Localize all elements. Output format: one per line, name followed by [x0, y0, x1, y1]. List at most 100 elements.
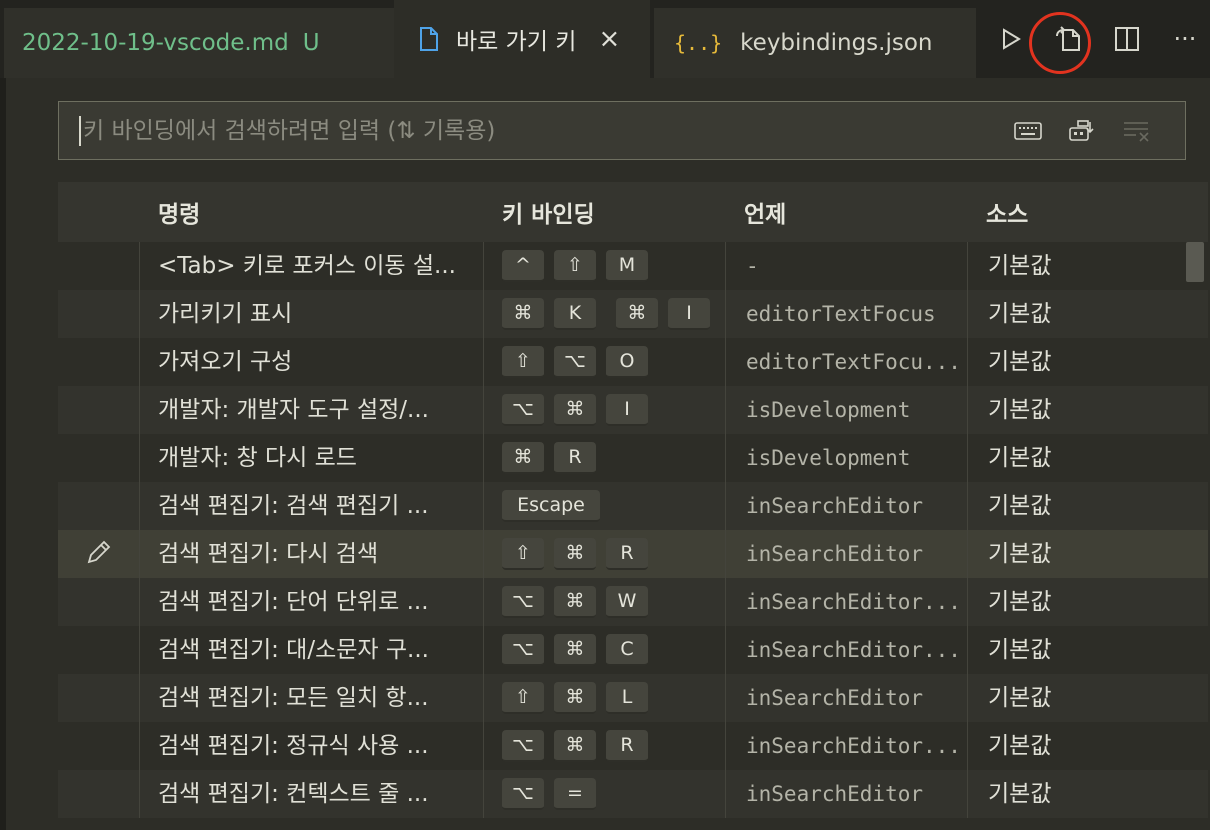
command-cell: 가리키기 표시: [140, 290, 484, 338]
highlight-circle: [1029, 12, 1091, 74]
keybindings-table: 명령 키 바인딩 언제 소스 <Tab> 키로 포커스 이동 설... ^ ⇧ M - 기…: [58, 182, 1208, 818]
when-cell: inSearchEditor: [726, 482, 968, 530]
key-chord: ⌘ R: [502, 442, 606, 474]
command-cell: 검색 편집기: 대/소문자 구...: [140, 626, 484, 674]
run-icon[interactable]: [996, 24, 1026, 54]
edit-cell[interactable]: [58, 770, 140, 818]
clear-filter-icon[interactable]: [1121, 118, 1151, 144]
source-cell: 기본값: [988, 445, 1052, 471]
edit-cell[interactable]: [58, 386, 140, 434]
source-cell: 기본값: [988, 589, 1052, 615]
edit-cell[interactable]: [58, 434, 140, 482]
keybinding-cell: ⌥ ⌘ C: [484, 626, 726, 674]
key-cap: ⌥: [502, 778, 544, 810]
command-cell: 검색 편집기: 정규식 사용 ...: [140, 722, 484, 770]
key-cap: ⇧: [502, 346, 544, 378]
key-chord: ⌘ I: [616, 298, 720, 330]
header-command[interactable]: 명령: [58, 195, 484, 229]
table-row[interactable]: 검색 편집기: 단어 단위로 ... ⌥ ⌘ WinSearchEditor... 기본…: [58, 578, 1208, 626]
key-cap: ⌘: [502, 442, 544, 474]
table-row[interactable]: 개발자: 창 다시 로드 ⌘ RisDevelopment 기본값: [58, 434, 1208, 482]
key-cap: R: [554, 442, 596, 474]
edit-cell[interactable]: [58, 290, 140, 338]
key-cap: R: [606, 730, 648, 762]
search-box[interactable]: [58, 101, 1186, 160]
key-cap: ⌥: [502, 730, 544, 762]
key-cap: ⌘: [554, 586, 596, 618]
split-editor-icon[interactable]: [1112, 24, 1142, 54]
edit-cell[interactable]: [58, 626, 140, 674]
when-cell: isDevelopment: [726, 386, 968, 434]
table-row[interactable]: 개발자: 개발자 도구 설정/... ⌥ ⌘ IisDevelopment 기본값: [58, 386, 1208, 434]
when-cell: inSearchEditor...: [726, 578, 968, 626]
when-cell: editorTextFocu...: [726, 338, 968, 386]
edit-cell[interactable]: [58, 482, 140, 530]
edit-cell[interactable]: [58, 674, 140, 722]
when-cell: editorTextFocus: [726, 290, 968, 338]
command-cell: 개발자: 창 다시 로드: [140, 434, 484, 482]
header-when[interactable]: 언제: [726, 195, 966, 229]
edit-cell[interactable]: [58, 722, 140, 770]
key-cap: ⌥: [502, 586, 544, 618]
command-cell: 가져오기 구성: [140, 338, 484, 386]
keybinding-search-input[interactable]: [81, 117, 1013, 144]
table-row[interactable]: 검색 편집기: 컨텍스트 줄 ... ⌥ = inSearchEditor 기본값: [58, 770, 1208, 818]
key-cap: I: [606, 394, 648, 426]
close-icon[interactable]: ×: [598, 24, 620, 54]
key-cap: ⌘: [554, 634, 596, 666]
sort-by-precedence-icon[interactable]: [1067, 118, 1097, 144]
keybinding-cell: Escape: [484, 482, 726, 530]
table-row[interactable]: 검색 편집기: 대/소문자 구... ⌥ ⌘ CinSearchEditor... 기본…: [58, 626, 1208, 674]
edit-cell[interactable]: [58, 530, 140, 578]
when-cell: isDevelopment: [726, 434, 968, 482]
when-cell: inSearchEditor...: [726, 722, 968, 770]
command-cell: 검색 편집기: 단어 단위로 ...: [140, 578, 484, 626]
table-row[interactable]: 가져오기 구성 ⇧ ⌥ OeditorTextFocu... 기본값: [58, 338, 1208, 386]
keybinding-cell: ⌥ ⌘ I: [484, 386, 726, 434]
keybinding-cell: ⇧ ⌘ L: [484, 674, 726, 722]
tab-keybindings-json[interactable]: {..} keybindings.json: [654, 8, 976, 78]
untracked-badge: U: [302, 30, 320, 56]
scrollbar-thumb[interactable]: [1186, 242, 1204, 282]
key-cap: ⇧: [554, 250, 596, 282]
key-chord: ⌥ ⌘ C: [502, 634, 658, 666]
when-cell: inSearchEditor...: [726, 626, 968, 674]
key-chord: ^ ⇧ M: [502, 250, 658, 282]
key-chord: ⌥ ⌘ I: [502, 394, 658, 426]
header-source[interactable]: 소스: [966, 195, 1186, 229]
key-cap: ⇧: [502, 538, 544, 570]
edit-cell[interactable]: [58, 242, 140, 290]
when-cell: inSearchEditor: [726, 530, 968, 578]
pencil-icon[interactable]: [85, 538, 113, 570]
key-chord: ⌥ ⌘ W: [502, 586, 658, 618]
keybinding-cell: ⌥ ⌘ W: [484, 578, 726, 626]
keybinding-cell: ⌘ R: [484, 434, 726, 482]
tab-label: keybindings.json: [740, 30, 933, 56]
table-row[interactable]: 검색 편집기: 다시 검색 ⇧ ⌘ RinSearchEditor 기본값: [58, 530, 1208, 578]
key-cap: ⌥: [502, 394, 544, 426]
source-cell: 기본값: [988, 301, 1052, 327]
source-cell: 기본값: [988, 253, 1052, 279]
edit-cell[interactable]: [58, 578, 140, 626]
table-row[interactable]: <Tab> 키로 포커스 이동 설... ^ ⇧ M - 기본값: [58, 242, 1208, 290]
key-cap: C: [606, 634, 648, 666]
table-row[interactable]: 가리키기 표시 ⌘ K ⌘ IeditorTextFocus 기본값: [58, 290, 1208, 338]
source-cell: 기본값: [988, 349, 1052, 375]
record-keys-icon[interactable]: [1013, 118, 1043, 144]
key-chord: Escape: [502, 490, 610, 522]
table-row[interactable]: 검색 편집기: 모든 일치 항... ⇧ ⌘ LinSearchEditor 기본값: [58, 674, 1208, 722]
source-cell: 기본값: [988, 541, 1052, 567]
tab-keyboard-shortcuts[interactable]: 바로 가기 키 ×: [394, 0, 650, 78]
more-actions-icon[interactable]: ···: [1170, 24, 1200, 54]
table-row[interactable]: 검색 편집기: 검색 편집기 ... Escape inSearchEditor 기본…: [58, 482, 1208, 530]
when-cell: -: [726, 242, 968, 290]
key-cap: Escape: [502, 490, 600, 522]
tab-markdown-file[interactable]: 2022-10-19-vscode.md U: [4, 8, 394, 78]
key-cap: ⌥: [502, 634, 544, 666]
source-cell: 기본값: [988, 733, 1052, 759]
table-row[interactable]: 검색 편집기: 정규식 사용 ... ⌥ ⌘ RinSearchEditor... 기본…: [58, 722, 1208, 770]
key-chord: ⇧ ⌘ R: [502, 538, 658, 570]
header-keybinding[interactable]: 키 바인딩: [484, 195, 726, 229]
table-body: <Tab> 키로 포커스 이동 설... ^ ⇧ M - 기본값 가리키기 표시 ⌘ K ⌘ Ied…: [58, 242, 1208, 818]
edit-cell[interactable]: [58, 338, 140, 386]
